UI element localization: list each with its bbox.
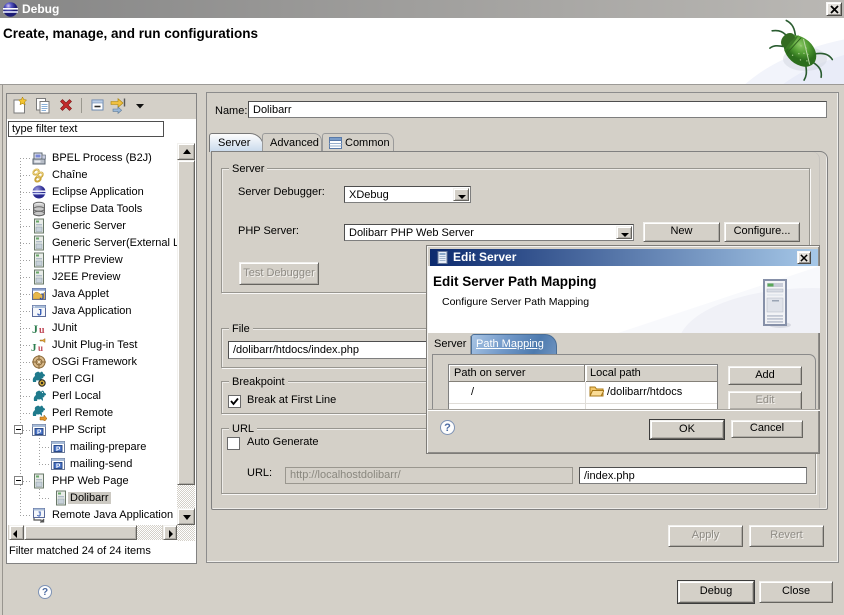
svg-text:J: J [32,322,38,336]
svg-text:J: J [40,292,45,302]
svg-text:P: P [37,429,42,436]
svg-text:P: P [56,446,61,453]
svg-text:P: P [56,463,61,470]
svg-text:u: u [39,325,45,336]
svg-text:J: J [37,308,42,318]
svg-text:J: J [31,342,37,353]
svg-text:u: u [38,343,43,353]
svg-text:J: J [37,510,41,519]
